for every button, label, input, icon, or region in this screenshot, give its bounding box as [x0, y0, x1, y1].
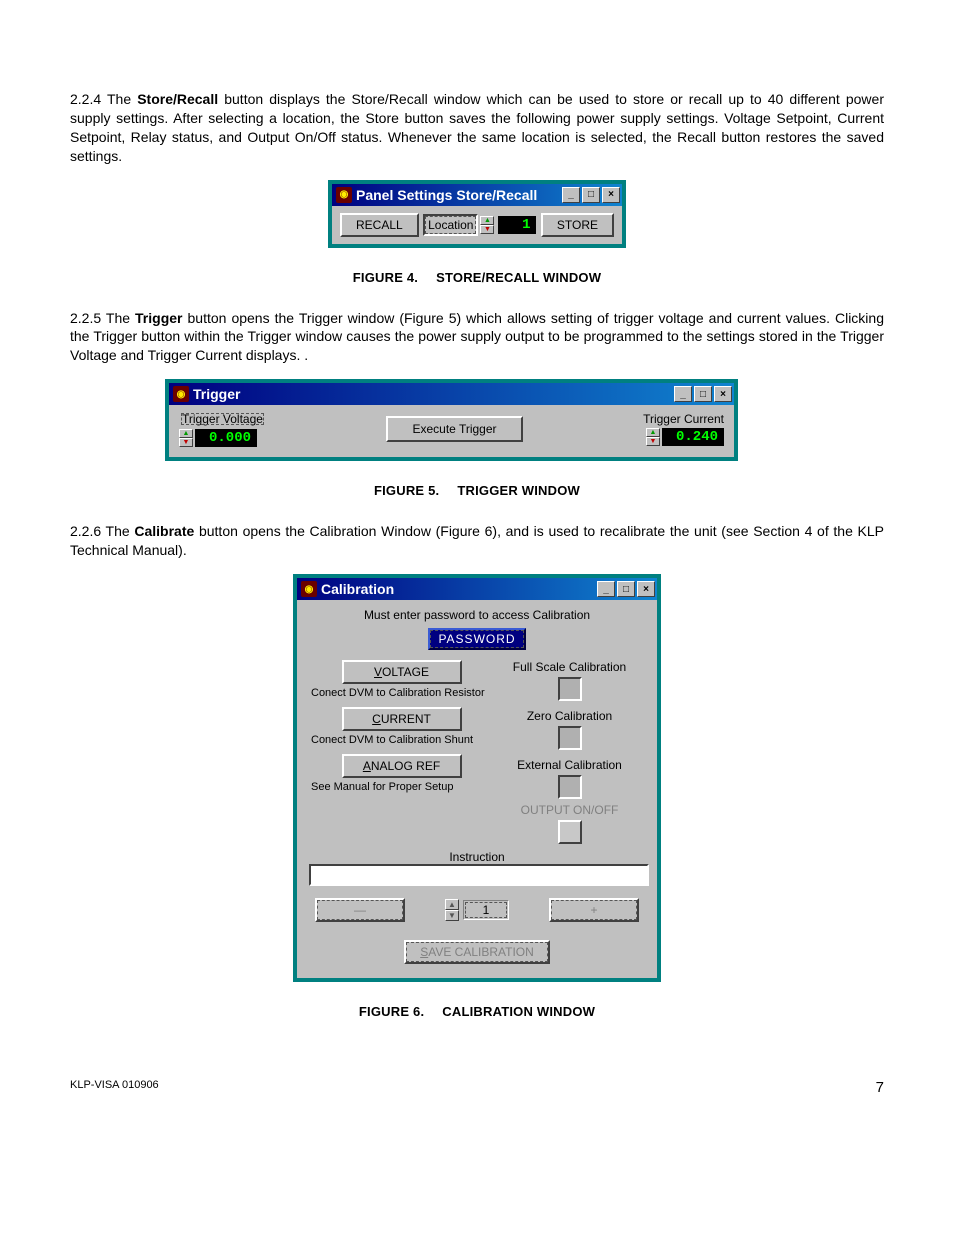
- current-hint: Conect DVM to Calibration Shunt: [311, 734, 494, 746]
- store-button[interactable]: STORE: [541, 213, 614, 237]
- decrement-button[interactable]: —: [315, 898, 405, 922]
- paragraph-2-2-5: 2.2.5 The Trigger button opens the Trigg…: [70, 309, 884, 366]
- chevron-down-icon[interactable]: ▼: [445, 910, 459, 921]
- calibration-prompt: Must enter password to access Calibratio…: [309, 608, 645, 622]
- instruction-field: [309, 864, 649, 886]
- full-scale-label: Full Scale Calibration: [494, 660, 645, 674]
- chevron-up-icon[interactable]: ▲: [179, 429, 193, 438]
- title-bar: ◉ Panel Settings Store/Recall _ □ ×: [332, 184, 622, 206]
- chevron-up-icon[interactable]: ▲: [646, 428, 660, 437]
- location-label: Location: [423, 214, 478, 236]
- chevron-down-icon[interactable]: ▼: [646, 437, 660, 446]
- external-label: External Calibration: [494, 758, 645, 772]
- text: 2.2.6 The: [70, 523, 134, 539]
- bold-term: Calibrate: [134, 523, 194, 539]
- voltage-spinner[interactable]: ▲ ▼: [179, 429, 193, 447]
- trigger-voltage-value: 0.000: [195, 429, 257, 447]
- store-recall-window: ◉ Panel Settings Store/Recall _ □ × RECA…: [328, 180, 626, 248]
- current-spinner[interactable]: ▲ ▼: [646, 428, 660, 446]
- close-icon[interactable]: ×: [637, 581, 655, 597]
- chevron-up-icon[interactable]: ▲: [445, 899, 459, 910]
- figure-4-caption: FIGURE 4.STORE/RECALL WINDOW: [70, 270, 884, 285]
- figure-6-caption: FIGURE 6.CALIBRATION WINDOW: [70, 1004, 884, 1019]
- analog-ref-button[interactable]: ANALOG REF: [342, 754, 462, 778]
- analog-hint: See Manual for Proper Setup: [311, 781, 494, 793]
- text: 2.2.4 The: [70, 91, 137, 107]
- trigger-voltage-group: Trigger Voltage ▲ ▼ 0.000: [179, 411, 266, 447]
- app-icon: ◉: [173, 386, 189, 402]
- page-number: 7: [876, 1079, 884, 1096]
- location-value: 1: [498, 216, 536, 234]
- app-icon: ◉: [336, 187, 352, 203]
- output-on-off-label: OUTPUT ON/OFF: [494, 803, 645, 817]
- voltage-button[interactable]: VOLTAGE: [342, 660, 462, 684]
- window-title: Panel Settings Store/Recall: [356, 187, 560, 203]
- minimize-icon[interactable]: _: [562, 187, 580, 203]
- trigger-current-value: 0.240: [662, 428, 724, 446]
- chevron-down-icon[interactable]: ▼: [179, 438, 193, 447]
- paragraph-2-2-4: 2.2.4 The Store/Recall button displays t…: [70, 90, 884, 166]
- maximize-icon[interactable]: □: [617, 581, 635, 597]
- external-indicator: [558, 775, 582, 799]
- current-button[interactable]: CURRENT: [342, 707, 462, 731]
- trigger-current-group: Trigger Current ▲ ▼ 0.240: [643, 412, 724, 446]
- trigger-voltage-label: Trigger Voltage: [179, 411, 266, 427]
- chevron-down-icon[interactable]: ▼: [480, 225, 494, 234]
- calibration-window: ◉ Calibration _ □ × Must enter password …: [293, 574, 661, 982]
- location-spinner[interactable]: ▲ ▼: [480, 216, 494, 234]
- doc-id: KLP-VISA 010906: [70, 1079, 159, 1096]
- step-spinner[interactable]: ▲ ▼: [445, 899, 459, 921]
- minimize-icon[interactable]: _: [674, 386, 692, 402]
- voltage-hint: Conect DVM to Calibration Resistor: [311, 687, 494, 699]
- title-bar: ◉ Calibration _ □ ×: [297, 578, 657, 600]
- window-title: Calibration: [321, 581, 595, 597]
- title-bar: ◉ Trigger _ □ ×: [169, 383, 734, 405]
- output-indicator[interactable]: [558, 820, 582, 844]
- step-value: 1: [463, 900, 509, 920]
- bold-term: Trigger: [135, 310, 182, 326]
- window-title: Trigger: [193, 386, 672, 402]
- app-icon: ◉: [301, 581, 317, 597]
- instruction-label: Instruction: [309, 850, 645, 864]
- maximize-icon[interactable]: □: [694, 386, 712, 402]
- zero-indicator: [558, 726, 582, 750]
- zero-label: Zero Calibration: [494, 709, 645, 723]
- paragraph-2-2-6: 2.2.6 The Calibrate button opens the Cal…: [70, 522, 884, 560]
- full-scale-indicator: [558, 677, 582, 701]
- increment-button[interactable]: +: [549, 898, 639, 922]
- page-footer: KLP-VISA 010906 7: [70, 1079, 884, 1096]
- recall-button[interactable]: RECALL: [340, 213, 419, 237]
- save-calibration-button[interactable]: SAVE CALIBRATION: [404, 940, 550, 964]
- close-icon[interactable]: ×: [602, 187, 620, 203]
- password-button[interactable]: PASSWORD: [428, 628, 525, 650]
- chevron-up-icon[interactable]: ▲: [480, 216, 494, 225]
- execute-trigger-button[interactable]: Execute Trigger: [386, 416, 522, 442]
- trigger-window: ◉ Trigger _ □ × Trigger Voltage ▲ ▼ 0.00…: [165, 379, 738, 461]
- figure-5-caption: FIGURE 5.TRIGGER WINDOW: [70, 483, 884, 498]
- trigger-current-label: Trigger Current: [643, 412, 724, 426]
- text: 2.2.5 The: [70, 310, 135, 326]
- close-icon[interactable]: ×: [714, 386, 732, 402]
- text: button opens the Trigger window (Figure …: [70, 310, 884, 364]
- bold-term: Store/Recall: [137, 91, 218, 107]
- minimize-icon[interactable]: _: [597, 581, 615, 597]
- maximize-icon[interactable]: □: [582, 187, 600, 203]
